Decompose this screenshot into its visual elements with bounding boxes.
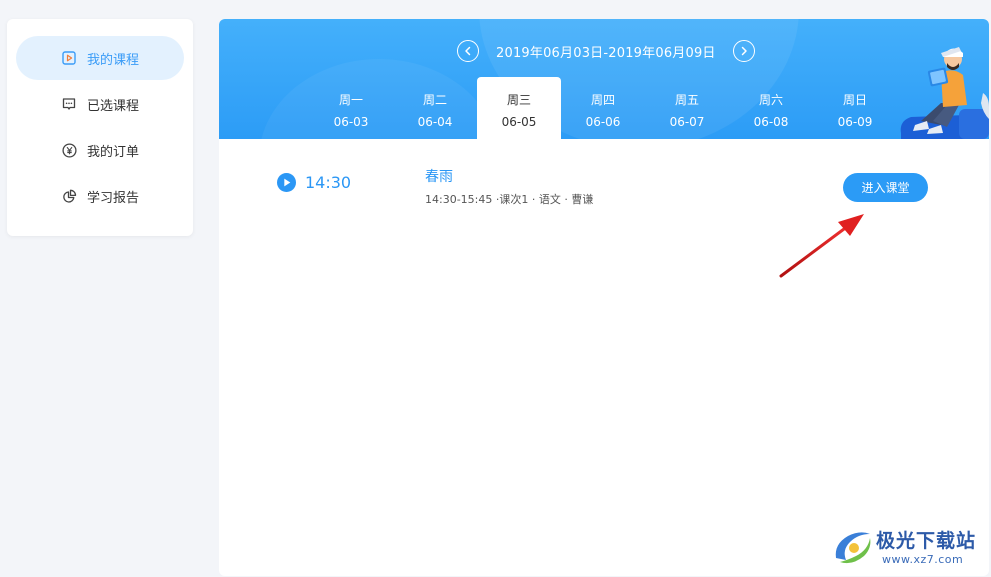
prev-week-button[interactable] [457, 40, 479, 62]
watermark: 极光下载站 www.xz7.com [826, 520, 986, 572]
day-tab-sat[interactable]: 周六 06-08 [729, 77, 813, 139]
sidebar-item-my-courses[interactable]: 我的课程 [16, 36, 184, 80]
enter-classroom-button[interactable]: 进入课堂 [843, 173, 928, 202]
sidebar-item-label: 已选课程 [87, 98, 140, 114]
lesson-time: 14:30 [277, 173, 351, 192]
day-weekday: 周日 [842, 93, 867, 107]
sidebar-item-study-report[interactable]: 学习报告 [16, 174, 184, 218]
day-date: 06-08 [753, 115, 789, 129]
watermark-url: www.xz7.com [882, 553, 964, 566]
play-circle-icon [277, 173, 296, 192]
main-panel: 2019年06月03日-2019年06月09日 周一 06-03 周二 06-0… [219, 19, 989, 576]
sidebar-item-label: 学习报告 [87, 190, 140, 206]
day-tab-wed[interactable]: 周三 06-05 [477, 77, 561, 139]
play-square-icon [61, 50, 77, 66]
chat-square-icon [61, 96, 77, 112]
lesson-meta: 14:30-15:45 ·课次1 · 语文 · 曹谦 [425, 193, 594, 206]
day-tab-thu[interactable]: 周四 06-06 [561, 77, 645, 139]
week-navigator: 2019年06月03日-2019年06月09日 [457, 40, 755, 62]
day-tab-fri[interactable]: 周五 06-07 [645, 77, 729, 139]
sidebar: 我的课程 已选课程 我的订单 学习报告 [7, 19, 193, 236]
day-date: 06-03 [333, 115, 369, 129]
reading-student-illustration [900, 47, 989, 139]
day-weekday: 周三 [506, 93, 531, 107]
chevron-right-icon [741, 46, 747, 56]
day-weekday: 周二 [422, 93, 447, 107]
day-date: 06-06 [585, 115, 621, 129]
yen-circle-icon [61, 142, 77, 158]
day-weekday: 周六 [758, 93, 783, 107]
lesson-title[interactable]: 春雨 [425, 166, 453, 186]
sidebar-item-selected-courses[interactable]: 已选课程 [16, 82, 184, 126]
day-tab-tue[interactable]: 周二 06-04 [393, 77, 477, 139]
week-range-label: 2019年06月03日-2019年06月09日 [496, 45, 716, 61]
week-banner: 2019年06月03日-2019年06月09日 周一 06-03 周二 06-0… [219, 19, 989, 139]
day-weekday: 周一 [338, 93, 363, 107]
day-date: 06-09 [837, 115, 873, 129]
watermark-text: 极光下载站 [876, 530, 977, 552]
next-week-button[interactable] [732, 40, 755, 62]
day-tab-mon[interactable]: 周一 06-03 [309, 77, 393, 139]
day-date: 06-05 [501, 115, 537, 129]
sidebar-item-my-orders[interactable]: 我的订单 [16, 128, 184, 172]
sidebar-item-label: 我的订单 [87, 144, 140, 160]
day-weekday: 周五 [674, 93, 699, 107]
day-weekday: 周四 [590, 93, 615, 107]
day-date: 06-04 [417, 115, 453, 129]
lesson-time-text: 14:30 [305, 173, 352, 192]
aurora-logo-icon [835, 532, 871, 564]
sidebar-item-label: 我的课程 [87, 52, 140, 68]
pie-chart-icon [61, 188, 77, 204]
day-tab-sun[interactable]: 周日 06-09 [813, 77, 897, 139]
chevron-left-icon [465, 46, 471, 56]
day-date: 06-07 [669, 115, 705, 129]
